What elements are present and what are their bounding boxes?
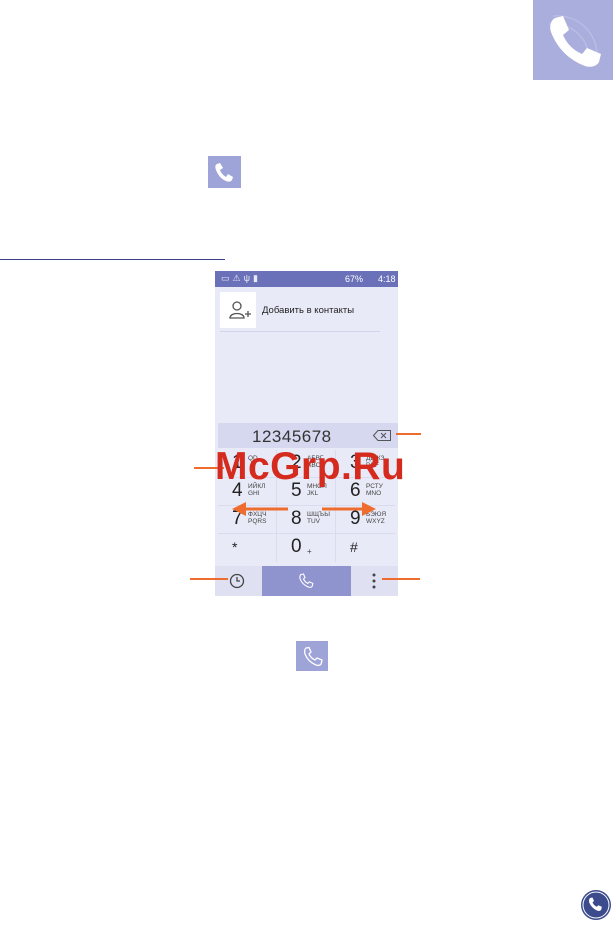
phone-icon [299, 573, 314, 588]
key-hash[interactable]: # [336, 534, 395, 562]
phone-icon [208, 156, 241, 188]
key-letters: + [307, 547, 312, 556]
phone-icon [582, 891, 610, 919]
battery-percent: 67% [345, 274, 364, 284]
phone-icon [296, 641, 328, 671]
add-contact-icon [220, 292, 256, 328]
call-log-clock-icon[interactable] [229, 573, 245, 589]
callout-line-call-log [190, 578, 228, 580]
key-star[interactable]: * [218, 534, 277, 562]
phone-app-badge [533, 0, 613, 80]
key-digit: 0 [291, 536, 302, 557]
backspace-icon[interactable] [373, 430, 391, 441]
more-options-icon[interactable] [371, 572, 377, 590]
add-to-contacts-row[interactable]: Добавить в контакты [220, 292, 395, 328]
notification-icons: ▭⚠ψ▮ [221, 273, 261, 283]
status-bar: ▭⚠ψ▮ 67% 4:18 [215, 271, 398, 287]
status-time: 4:18 [378, 274, 396, 284]
section-underline [0, 259, 225, 260]
divider [220, 331, 380, 332]
dialer-screenshot: ▭⚠ψ▮ 67% 4:18 Добавить в контакты 123456… [215, 271, 398, 596]
dialer-bottom-bar [215, 566, 398, 596]
callout-line-more [382, 578, 420, 580]
phone-icon [548, 15, 601, 67]
key-digit: # [350, 539, 358, 555]
add-to-contacts-label: Добавить в контакты [262, 305, 355, 316]
call-button[interactable] [262, 566, 351, 596]
dialed-number: 12345678 [252, 427, 332, 446]
key-digit: * [232, 539, 238, 555]
callout-line-backspace [396, 433, 421, 435]
watermark: McGrp.Ru [215, 445, 406, 488]
key-0[interactable]: 0 + [277, 534, 336, 562]
phone-chapter-icon [581, 890, 611, 920]
swipe-arrows [232, 502, 376, 516]
